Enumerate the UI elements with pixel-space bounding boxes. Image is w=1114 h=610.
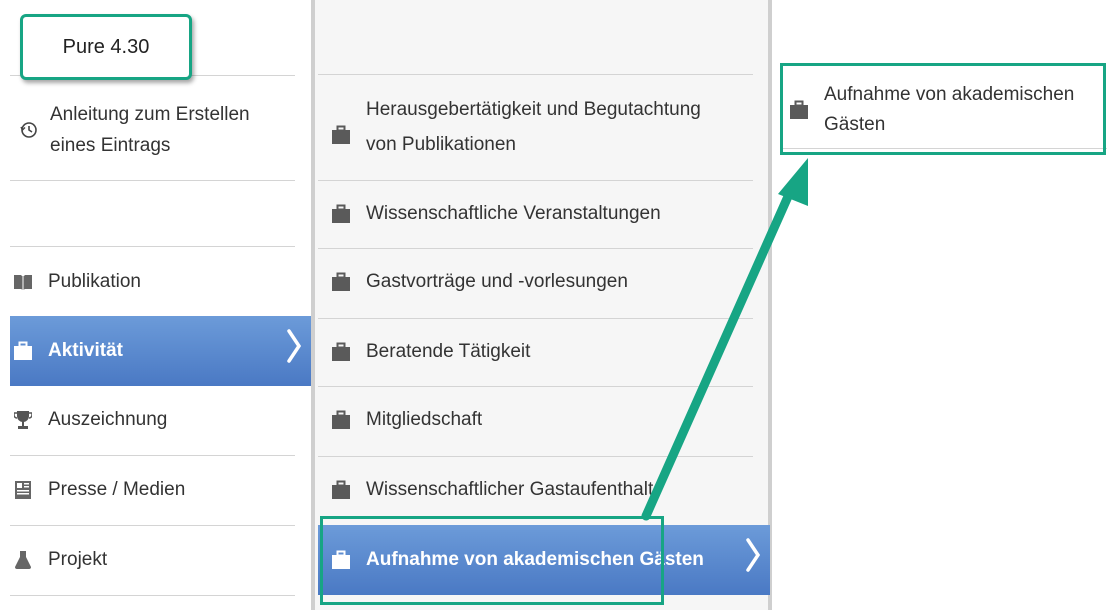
menu-item-presse[interactable]: Presse / Medien [10, 460, 311, 520]
chevron-right-icon [746, 538, 761, 582]
briefcase-icon [330, 271, 352, 293]
briefcase-icon [330, 341, 352, 363]
highlight-box [780, 63, 1106, 155]
menu-divider [318, 386, 753, 387]
chevron-right-icon [287, 329, 302, 373]
book-icon [12, 271, 34, 293]
flask-icon [12, 549, 34, 571]
menu-item-publikation[interactable]: Publikation [10, 252, 311, 312]
menu-divider [318, 74, 753, 75]
version-label: Pure 4.30 [62, 35, 150, 58]
menu-divider [10, 525, 295, 526]
trophy-icon [12, 409, 34, 431]
column-divider [311, 0, 315, 610]
briefcase-icon [330, 124, 352, 146]
activity-item-label: Gastvorträge und -vorlesungen [366, 271, 628, 292]
history-icon [18, 119, 40, 141]
menu-divider [10, 180, 295, 181]
version-callout: Pure 4.30 [20, 14, 192, 80]
newspaper-icon [12, 479, 34, 501]
menu-divider [318, 248, 753, 249]
briefcase-icon [330, 409, 352, 431]
menu-divider [318, 456, 753, 457]
activity-item-gastvortraege[interactable]: Gastvorträge und -vorlesungen [318, 252, 758, 312]
menu-item-label: Projekt [48, 549, 108, 570]
menu-divider [10, 455, 295, 456]
guide-link-label: Anleitung zum Erstellen eines Eintrags [50, 104, 250, 156]
menu-divider [10, 595, 295, 596]
menu-item-projekt[interactable]: Projekt [10, 530, 311, 590]
menu-item-label: Presse / Medien [48, 479, 186, 500]
activity-item-label: Wissenschaftlicher Gastaufenthalt [366, 479, 654, 500]
activity-item-veranstaltungen[interactable]: Wissenschaftliche Veranstaltungen [318, 184, 758, 244]
menu-item-label: Aktivität [48, 340, 123, 361]
activity-item-label: Wissenschaftliche Veranstaltungen [366, 203, 661, 224]
activity-item-label: Beratende Tätigkeit [366, 341, 531, 362]
highlight-box [320, 516, 664, 605]
menu-item-label: Publikation [48, 271, 141, 292]
activity-item-label: Herausgebertätigkeit und Begutachtung vo… [366, 99, 701, 155]
activity-item-beratende[interactable]: Beratende Tätigkeit [318, 322, 758, 382]
activity-item-mitgliedschaft[interactable]: Mitgliedschaft [318, 390, 758, 450]
menu-item-aktivitat[interactable]: Aktivität [10, 316, 311, 386]
menu-item-auszeichnung[interactable]: Auszeichnung [10, 390, 311, 450]
menu-item-label: Auszeichnung [48, 409, 168, 430]
activity-item-label: Mitgliedschaft [366, 409, 483, 430]
briefcase-icon [12, 340, 34, 362]
menu-divider [318, 318, 753, 319]
briefcase-icon [330, 479, 352, 501]
activity-item-herausgeber[interactable]: Herausgebertätigkeit und Begutachtung vo… [318, 84, 758, 170]
guide-link[interactable]: Anleitung zum Erstellen eines Eintrags [18, 98, 298, 162]
briefcase-icon [330, 203, 352, 225]
menu-divider [318, 180, 753, 181]
menu-divider [10, 246, 295, 247]
activity-item-gastaufenthalt[interactable]: Wissenschaftlicher Gastaufenthalt [318, 460, 758, 520]
column-divider [768, 0, 772, 610]
